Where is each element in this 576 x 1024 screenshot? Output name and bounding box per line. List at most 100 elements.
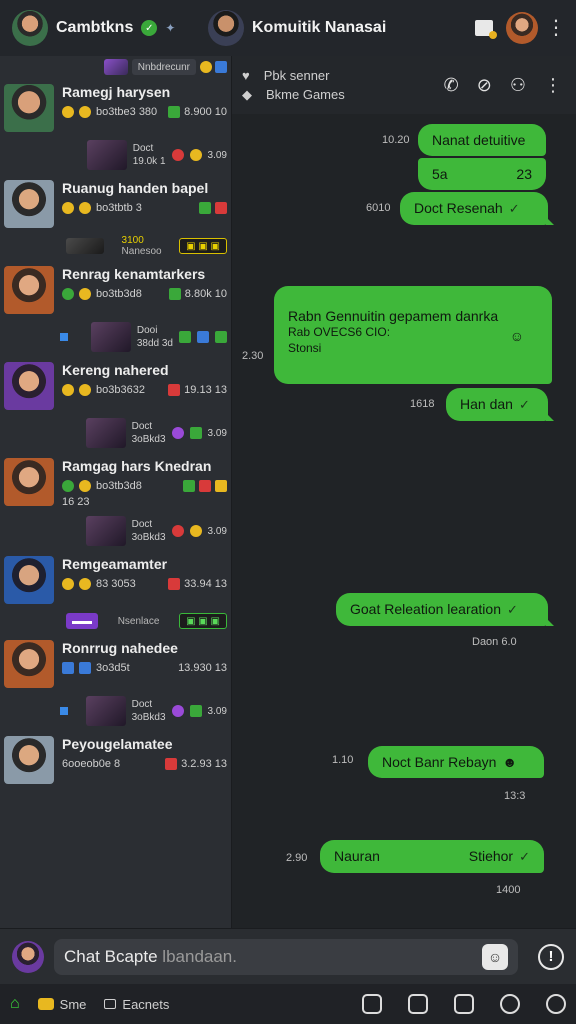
alert-icon [171, 705, 184, 717]
message-text: 5a [432, 166, 448, 182]
sub-item[interactable]: Doct 3oBkd3 3.09 [0, 414, 231, 452]
tool-icon [199, 480, 211, 492]
sub-item-value: 3.09 [207, 427, 227, 439]
chat-list-item[interactable]: Peyougelamatee 6ooeob0e 8 3.2.93 13 [0, 730, 231, 788]
bottom-navbar: ⌂ Sme Eacnets [0, 984, 576, 1024]
chat-meta-right [183, 480, 227, 492]
chat-meta-right: 19.13 13 [168, 384, 227, 396]
coin-icon [62, 202, 74, 214]
strip-chip[interactable]: Nnbdrecunr [131, 59, 196, 75]
person-icon[interactable]: ⚇ [510, 75, 526, 96]
message-timestamp: 2.90 [286, 852, 308, 864]
message-bubble[interactable]: Noct Banr Rebayn ☻ [368, 746, 544, 778]
more-options-icon[interactable]: ⋮ [546, 18, 566, 38]
chat-name: Ronrrug nahedee [62, 640, 178, 656]
badge-icon [79, 106, 91, 118]
game-controller-icon: ◆ [242, 86, 252, 102]
contact-avatar[interactable] [208, 10, 244, 46]
chat-list-item[interactable]: Ruanug handen bapel bo3tbtb 3 [0, 174, 231, 232]
chat-count: 8.80k 10 [184, 288, 227, 300]
conversation-title[interactable]: Komuitik Nanasai [252, 19, 462, 37]
nav-eacnets[interactable]: Eacnets [104, 997, 169, 1012]
composer-avatar[interactable] [12, 940, 44, 973]
chat-name: Peyougelamatee [62, 736, 173, 752]
chat-avatar [4, 180, 54, 228]
sub-item[interactable]: Doct 19.0k 1 3.09 [0, 136, 231, 174]
chat-list-item[interactable]: Kereng nahered bo3b3632 19.13 13 [0, 356, 231, 414]
banner-chip[interactable]: ▣ ▣ ▣ [179, 238, 227, 254]
message-text: Han dan [460, 396, 513, 412]
profile-avatar[interactable] [506, 12, 538, 44]
message-composer: Chat Bcapte lbandaan. ☺ ! [0, 928, 576, 984]
message-bubble[interactable]: Doct Resenah ✓ [400, 192, 554, 225]
home-icon[interactable]: ⌂ [10, 995, 20, 1013]
check-icon [215, 331, 227, 343]
message-timestamp: 2.30 [242, 350, 264, 362]
sub-item[interactable]: Doct 3oBkd3 3.09 [0, 512, 231, 550]
phone-icon[interactable]: ✆ [444, 75, 459, 96]
chat-meta-right: 3.2.93 13 [165, 758, 227, 770]
plant-icon [199, 202, 211, 214]
message-bubble[interactable]: Nauran Stiehor ✓ [320, 840, 544, 873]
gallery-icon[interactable] [408, 994, 428, 1014]
sub-item-lines: Doct 3oBkd3 [132, 699, 166, 723]
chat-name: Ramgag hars Knedran [62, 458, 212, 474]
banner-chip-green[interactable]: ▣ ▣ ▣ [179, 613, 227, 629]
conversation-header: ♥ Pbk senner ◆ Bkme Games ✆ ⊘ ⚇ ⋮ [232, 56, 576, 114]
check-icon [189, 705, 202, 717]
sub-item-image [85, 516, 126, 546]
chat-meta-right [199, 202, 227, 214]
message-text-secondary: Rab OVECS6 CIO: [288, 325, 391, 339]
chat-list-item[interactable]: Ramgag hars Knedran bo3tb3d8 16 23 [0, 452, 231, 512]
chat-meta: 83 3053 33.94 13 [62, 578, 227, 590]
sticker-icon[interactable]: ☺ [482, 943, 508, 970]
nav-sme[interactable]: Sme [37, 997, 86, 1012]
message-bubble[interactable]: Nanat detuitive [418, 124, 546, 156]
sub-item[interactable]: Dooi 38dd 3d [0, 318, 231, 356]
sub-item-value: 3.09 [207, 705, 227, 717]
user-avatar[interactable] [12, 10, 48, 46]
message-input[interactable]: Chat Bcapte lbandaan. ☺ [54, 938, 518, 975]
message-text: Goat Releation learation [350, 601, 501, 617]
game-icon [197, 331, 209, 343]
banner-chip-purple[interactable]: ▬▬ [66, 613, 98, 629]
tool-icon [168, 578, 181, 590]
message-bubble[interactable]: Han dan ✓ [446, 388, 554, 421]
chat-meta-left: bo3tb3d8 [96, 288, 142, 300]
chat-meta-right: 13.930 13 [178, 662, 227, 674]
message-text: Noct Banr Rebayn [382, 754, 497, 770]
camera-icon[interactable] [362, 994, 382, 1014]
chat-meta-left: 83 3053 [96, 578, 136, 590]
chat-avatar [4, 362, 54, 410]
banner-text: 3100 Nanesoo [122, 235, 162, 257]
edit-icon[interactable] [500, 994, 520, 1014]
chat-name: Ruanug handen bapel [62, 180, 209, 196]
sparkle-icon: ✦ [165, 21, 176, 35]
chat-list-item[interactable]: Ramegj harysen bo3tbe3 380 8.900 10 [0, 78, 231, 136]
app-title: Cambtkns [56, 19, 134, 36]
message-bubble[interactable]: Rabn Gennuitin gepamem danrka Rab OVECS6… [274, 286, 552, 384]
sub-item[interactable]: Doct 3oBkd3 3.09 [0, 692, 231, 730]
message-timestamp: 1.10 [332, 754, 354, 766]
status-icon [62, 480, 74, 492]
chat-avatar [4, 736, 54, 784]
alert-icon[interactable]: ! [538, 943, 564, 970]
plant-icon [179, 331, 191, 343]
coin-icon [62, 384, 74, 396]
sidebar-banner[interactable]: 3100 Nanesoo ▣ ▣ ▣ [0, 232, 231, 260]
chat-list-item[interactable]: Renrag kenamtarkers bo3tb3d8 8.80k 10 [0, 260, 231, 318]
sidebar-banner[interactable]: ▬▬ Nsenlace ▣ ▣ ▣ [0, 608, 231, 634]
settings-icon[interactable] [546, 994, 566, 1014]
alert-icon [171, 149, 184, 161]
alarm-icon[interactable] [454, 994, 474, 1014]
chat-count: 19.13 13 [184, 384, 227, 396]
message-bubble[interactable]: 5a 23 [418, 158, 546, 190]
folder-icon[interactable] [470, 14, 498, 42]
message-bubble[interactable]: Goat Releation learation ✓ [336, 593, 554, 626]
message-text-right: Stiehor ✓ [469, 848, 530, 865]
banner-label: Nsenlace [117, 615, 160, 627]
chat-list-item[interactable]: Remgeamamter 83 3053 33.94 13 [0, 550, 231, 608]
more-options-icon[interactable]: ⋮ [544, 75, 562, 96]
attach-icon[interactable]: ⊘ [477, 75, 492, 96]
chat-list-item[interactable]: Ronrrug nahedee 3o3d5t 13.930 13 [0, 634, 231, 692]
